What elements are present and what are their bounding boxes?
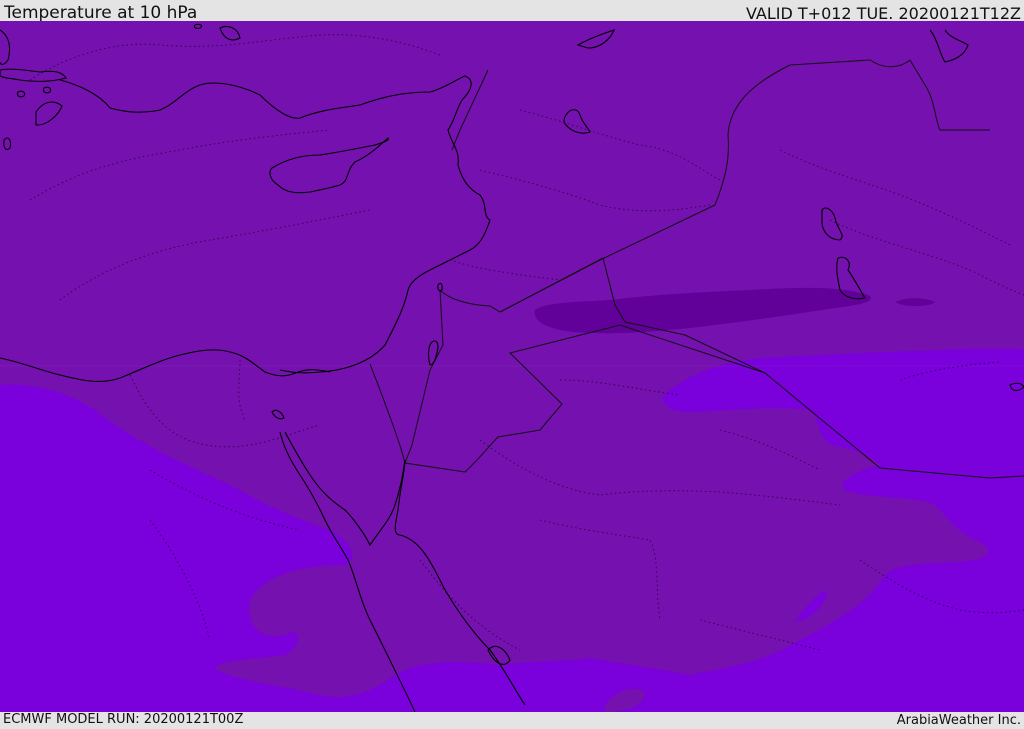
weather-map[interactable]	[0, 21, 1024, 712]
brand-label: ArabiaWeather Inc.	[896, 713, 1021, 728]
bottom-bar: ECMWF MODEL RUN: 20200121T00Z ArabiaWeat…	[0, 712, 1024, 729]
top-bar: Temperature at 10 hPa VALID T+012 TUE. 2…	[0, 0, 1024, 23]
model-run-label: ECMWF MODEL RUN: 20200121T00Z	[3, 712, 244, 727]
map-svg	[0, 21, 1024, 712]
map-title: Temperature at 10 hPa	[4, 3, 198, 23]
